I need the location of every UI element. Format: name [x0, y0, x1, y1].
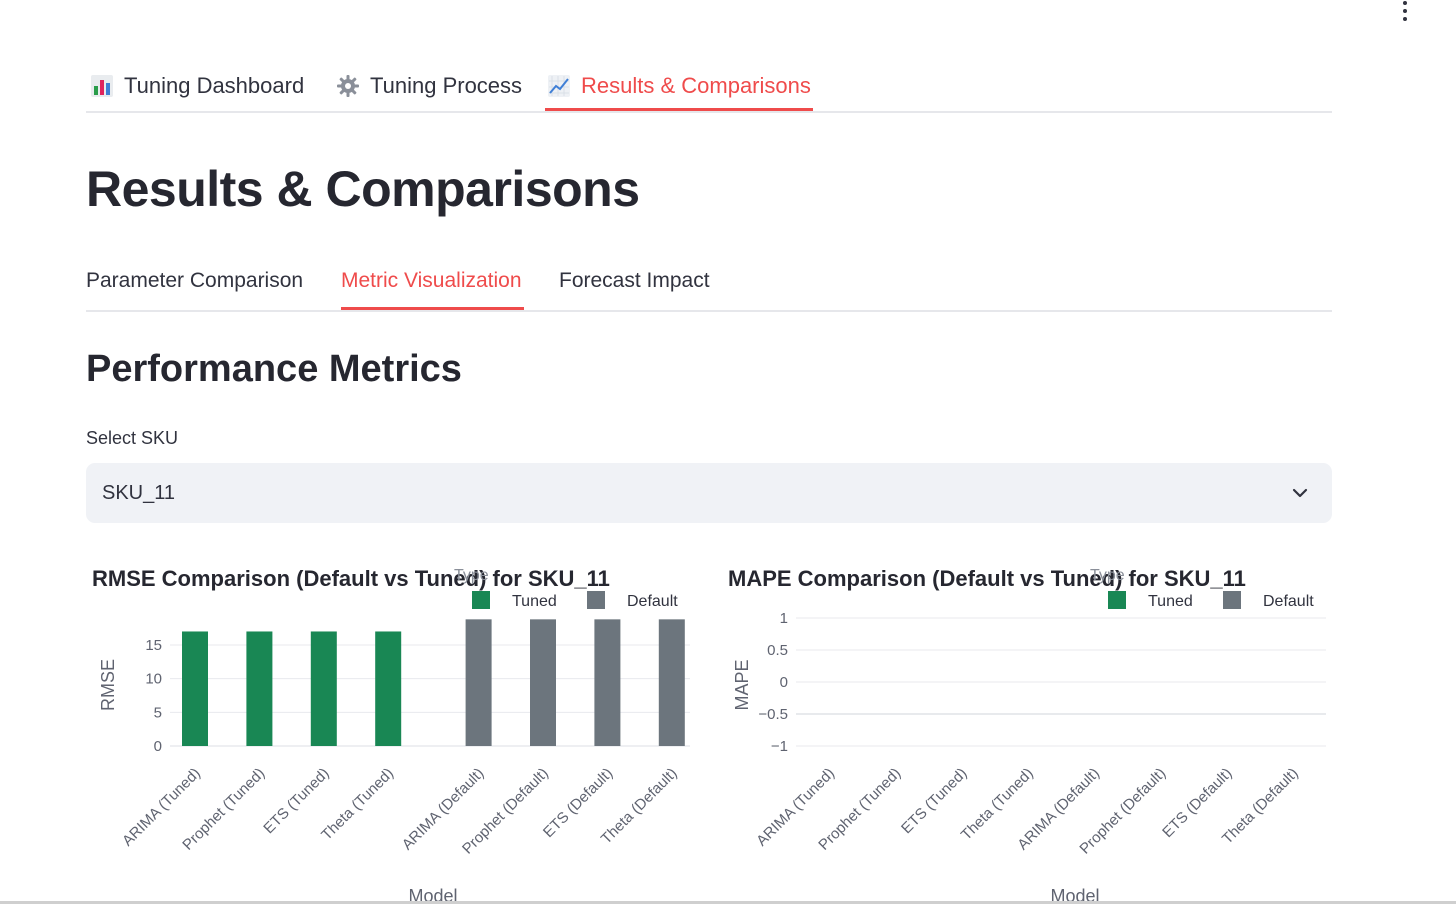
bar-default[interactable]	[465, 619, 492, 746]
section-title: Performance Metrics	[86, 348, 462, 390]
bar-default[interactable]	[594, 619, 621, 746]
tab-label: Forecast Impact	[559, 269, 710, 292]
sku-select-label: Select SKU	[86, 428, 179, 448]
rmse-chart[interactable]: RMSE Comparison (Default vs Tuned) for S…	[88, 548, 708, 904]
bar-default[interactable]	[530, 619, 556, 746]
gear-icon	[337, 75, 359, 97]
y-tick-label: −1	[771, 738, 788, 755]
sku-select-value: SKU_11	[102, 482, 176, 504]
legend-swatch-tuned[interactable]	[472, 591, 490, 609]
chart-svg: MAPE Comparison (Default vs Tuned) for S…	[728, 566, 1326, 904]
y-tick-label: 0	[780, 674, 788, 691]
y-axis-label: MAPE	[732, 659, 752, 710]
tab-tuning-dashboard[interactable]: Tuning Dashboard	[90, 63, 304, 109]
tab-label: Results & Comparisons	[581, 73, 811, 98]
chevron-down-icon	[1292, 488, 1308, 498]
page-title: Results & Comparisons	[86, 161, 640, 217]
tab-label: Parameter Comparison	[86, 269, 304, 292]
bar-chart-icon	[91, 75, 113, 97]
legend-title: Type	[1090, 567, 1125, 584]
sku-select[interactable]: SKU_11	[86, 463, 1332, 523]
legend-swatch-tuned[interactable]	[1108, 591, 1126, 609]
chart-title: MAPE Comparison (Default vs Tuned) for S…	[728, 566, 1246, 591]
x-tick-label: ETS (Tuned)	[260, 765, 332, 837]
legend-label-default[interactable]: Default	[627, 593, 678, 610]
chart-title: RMSE Comparison (Default vs Tuned) for S…	[92, 566, 610, 591]
tab-tuning-process[interactable]: Tuning Process	[336, 63, 522, 109]
main-menu-button[interactable]	[1398, 0, 1412, 23]
tab-forecast-impact[interactable]: Forecast Impact	[559, 261, 710, 301]
mape-chart[interactable]: MAPE Comparison (Default vs Tuned) for S…	[724, 548, 1344, 904]
legend-swatch-default[interactable]	[587, 591, 605, 609]
bar-tuned[interactable]	[375, 631, 402, 746]
y-tick-label: 15	[145, 637, 162, 654]
bar-default[interactable]	[658, 619, 685, 746]
bar-tuned[interactable]	[310, 631, 337, 746]
legend-title: Type	[454, 567, 489, 584]
x-tick-label: ETS (Tuned)	[898, 765, 970, 837]
sub-tab-bar: Parameter Comparison Metric Visualizatio…	[86, 255, 1332, 312]
y-tick-label: 1	[780, 610, 788, 627]
y-tick-label: 5	[154, 704, 162, 721]
tab-label: Tuning Dashboard	[124, 73, 305, 98]
tab-results-comparisons[interactable]: Results & Comparisons	[545, 63, 813, 111]
tab-parameter-comparison[interactable]: Parameter Comparison	[86, 261, 303, 301]
chart-svg: RMSE Comparison (Default vs Tuned) for S…	[92, 566, 690, 904]
tab-label: Metric Visualization	[341, 269, 522, 292]
legend-swatch-default[interactable]	[1223, 591, 1241, 609]
legend-label-tuned[interactable]: Tuned	[512, 593, 557, 610]
bar-tuned[interactable]	[246, 631, 273, 746]
tab-label: Tuning Process	[370, 73, 523, 98]
legend-label-default[interactable]: Default	[1263, 593, 1314, 610]
y-axis-label: RMSE	[98, 659, 118, 711]
y-tick-label: −0.5	[758, 706, 788, 723]
y-tick-label: 0	[154, 738, 162, 755]
bar-tuned[interactable]	[182, 631, 208, 746]
y-tick-label: 10	[145, 671, 162, 688]
trend-chart-icon	[548, 75, 570, 97]
legend-label-tuned[interactable]: Tuned	[1148, 593, 1193, 610]
y-tick-label: 0.5	[767, 642, 788, 659]
main-tab-bar: Tuning Dashboard Tuning Process Results …	[86, 55, 1332, 113]
tab-metric-visualization[interactable]: Metric Visualization	[341, 261, 524, 310]
